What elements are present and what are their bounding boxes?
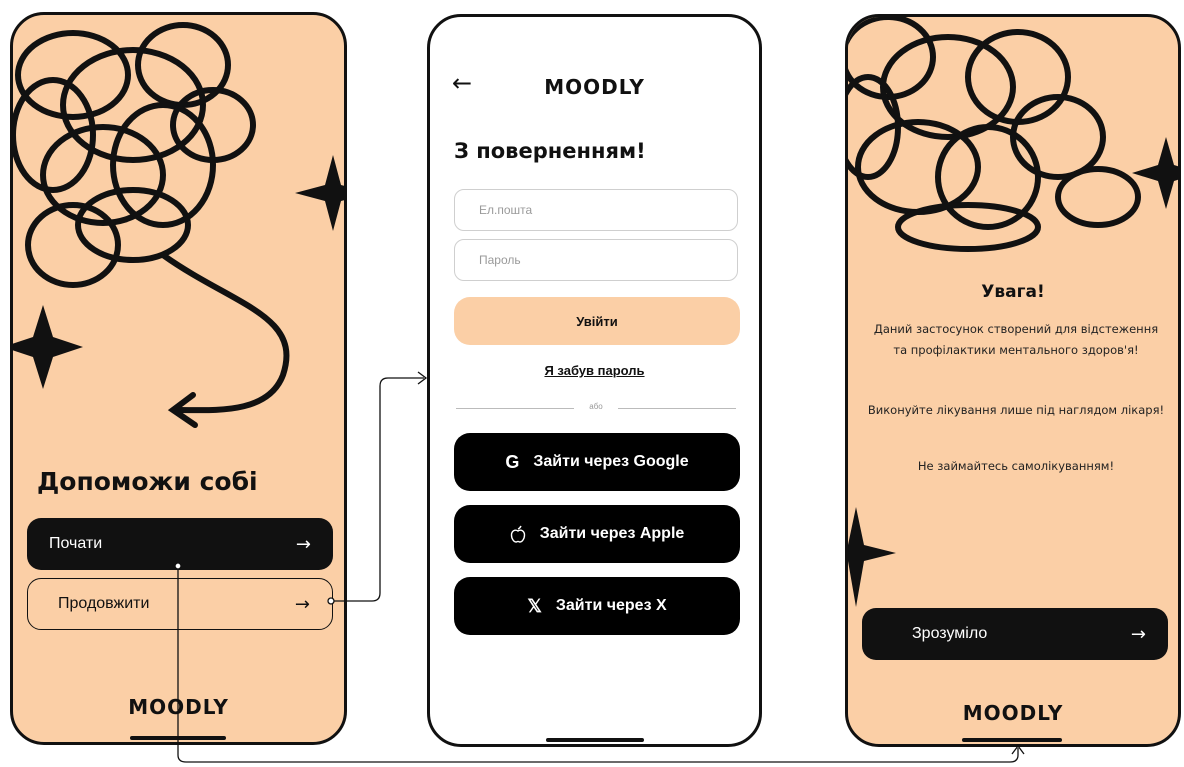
warning-paragraph-2: Виконуйте лікування лише під наглядом лі… bbox=[867, 403, 1165, 417]
email-placeholder: Ел.пошта bbox=[479, 203, 533, 217]
email-field[interactable]: Ел.пошта bbox=[454, 189, 738, 231]
login-button[interactable]: Увійти bbox=[454, 297, 740, 345]
moodly-logo: MOODLY bbox=[128, 695, 229, 719]
page-title: З поверненням! bbox=[454, 139, 646, 163]
star-icon bbox=[13, 305, 83, 389]
arrow-right-icon: → bbox=[1130, 623, 1146, 645]
login-screen: ← MOODLY З поверненням! Ел.пошта Пароль … bbox=[427, 14, 762, 747]
arrow-right-icon: → bbox=[295, 533, 311, 555]
understood-button-label: Зрозуміло bbox=[912, 625, 988, 642]
home-indicator bbox=[130, 736, 226, 740]
continue-button-label: Продовжити bbox=[58, 595, 150, 612]
apple-icon bbox=[510, 525, 525, 543]
arrow-right-icon: → bbox=[294, 593, 310, 615]
continue-button[interactable]: Продовжити → bbox=[27, 578, 333, 630]
moodly-logo: MOODLY bbox=[962, 701, 1064, 725]
google-login-label: Зайти через Google bbox=[533, 453, 689, 470]
home-indicator bbox=[546, 738, 644, 742]
login-button-label: Увійти bbox=[576, 313, 618, 329]
start-button-label: Почати bbox=[49, 535, 103, 552]
warning-title: Увага! bbox=[981, 282, 1045, 302]
warning-screen: Увага! Даний застосунок створений для ві… bbox=[845, 14, 1181, 747]
warning-paragraph-1: Даний застосунок створений для відстежен… bbox=[873, 322, 1159, 357]
scribble-decoration bbox=[848, 17, 1178, 252]
home-indicator bbox=[962, 738, 1062, 742]
warning-paragraph-3: Не займайтесь самолікуванням! bbox=[917, 459, 1115, 473]
forgot-password-link[interactable]: Я забув пароль bbox=[430, 363, 759, 378]
divider: або bbox=[456, 402, 736, 414]
welcome-screen: Допоможи собі Почати → Продовжити → MOOD… bbox=[10, 12, 347, 745]
headline: Допоможи собі bbox=[37, 467, 258, 496]
star-icon bbox=[295, 155, 344, 231]
password-placeholder: Пароль bbox=[479, 253, 521, 267]
apple-login-button[interactable]: Зайти через Apple bbox=[454, 505, 740, 563]
divider-text: або bbox=[589, 402, 603, 411]
google-login-button[interactable]: G Зайти через Google bbox=[454, 433, 740, 491]
scribble-decoration bbox=[13, 22, 344, 428]
apple-login-label: Зайти через Apple bbox=[539, 525, 685, 542]
star-icon bbox=[848, 507, 896, 607]
x-login-label: Зайти через X bbox=[555, 597, 667, 614]
x-login-button[interactable]: 𝕏 Зайти через X bbox=[454, 577, 740, 635]
understood-button[interactable]: Зрозуміло → bbox=[862, 608, 1168, 660]
x-icon: 𝕏 bbox=[527, 595, 542, 616]
google-icon: G bbox=[505, 451, 520, 472]
start-button[interactable]: Почати → bbox=[27, 518, 333, 570]
moodly-logo: MOODLY bbox=[544, 75, 645, 99]
password-field[interactable]: Пароль bbox=[454, 239, 738, 281]
